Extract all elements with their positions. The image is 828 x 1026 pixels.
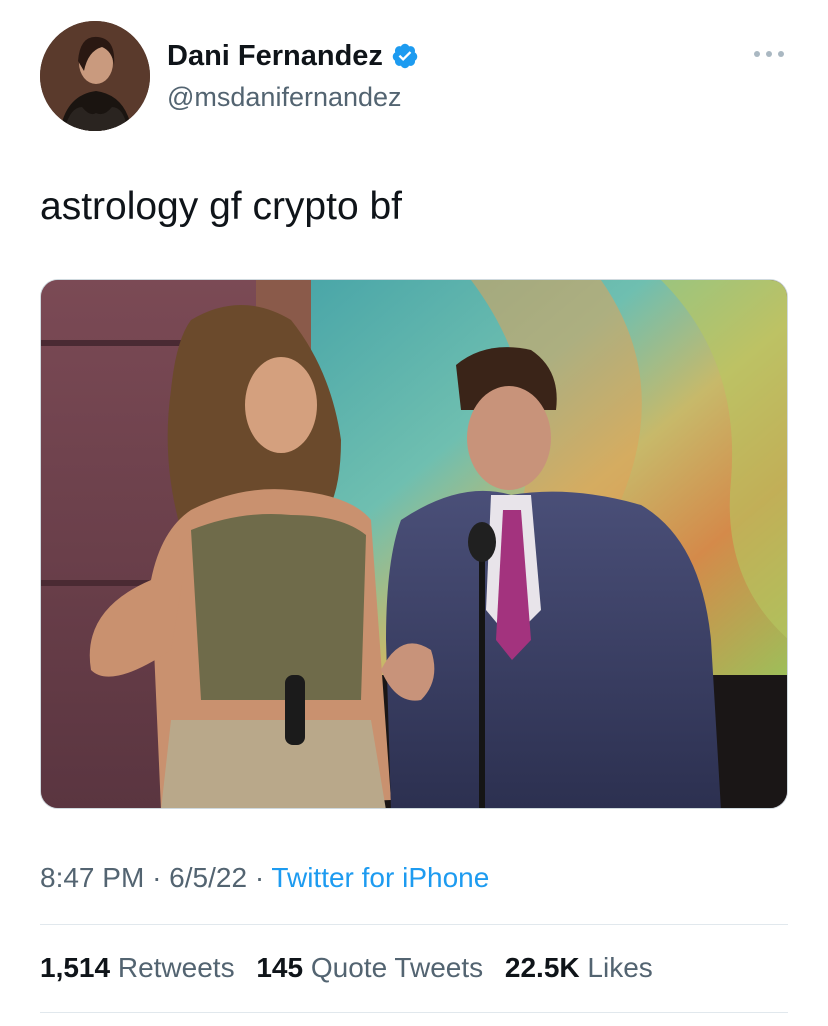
tweet-text: astrology gf crypto bf bbox=[40, 185, 403, 228]
tweet-date[interactable]: 6/5/22 bbox=[169, 862, 247, 893]
likes-label: Likes bbox=[587, 952, 653, 983]
meta-separator: · bbox=[152, 862, 170, 893]
handle[interactable]: @msdanifernandez bbox=[167, 80, 419, 114]
verified-badge-icon bbox=[392, 43, 418, 69]
likes-count: 22.5K bbox=[504, 952, 580, 983]
display-name[interactable]: Dani Fernandez bbox=[167, 38, 383, 74]
tweet-photo[interactable] bbox=[40, 279, 788, 809]
divider bbox=[40, 924, 788, 925]
quote-tweets-stat[interactable]: 145 Quote Tweets bbox=[256, 952, 483, 983]
tweet-meta: 8:47 PM · 6/5/22 · Twitter for iPhone bbox=[40, 858, 489, 898]
tweet-stats: 1,514 Retweets 145 Quote Tweets 22.5K Li… bbox=[40, 946, 667, 990]
likes-stat[interactable]: 22.5K Likes bbox=[505, 952, 653, 983]
photo-image bbox=[41, 280, 787, 808]
avatar[interactable] bbox=[40, 21, 150, 131]
quote-tweets-count: 145 bbox=[256, 952, 304, 983]
tweet-time[interactable]: 8:47 PM bbox=[40, 862, 144, 893]
retweets-label: Retweets bbox=[117, 952, 235, 983]
retweets-count: 1,514 bbox=[40, 952, 111, 983]
avatar-image bbox=[40, 21, 150, 131]
meta-separator: · bbox=[254, 862, 272, 893]
tweet-source-link[interactable]: Twitter for iPhone bbox=[271, 862, 489, 893]
divider bbox=[40, 1012, 788, 1013]
quote-tweets-label: Quote Tweets bbox=[310, 952, 484, 983]
more-options-icon[interactable] bbox=[754, 44, 784, 64]
retweets-stat[interactable]: 1,514 Retweets bbox=[40, 952, 235, 983]
